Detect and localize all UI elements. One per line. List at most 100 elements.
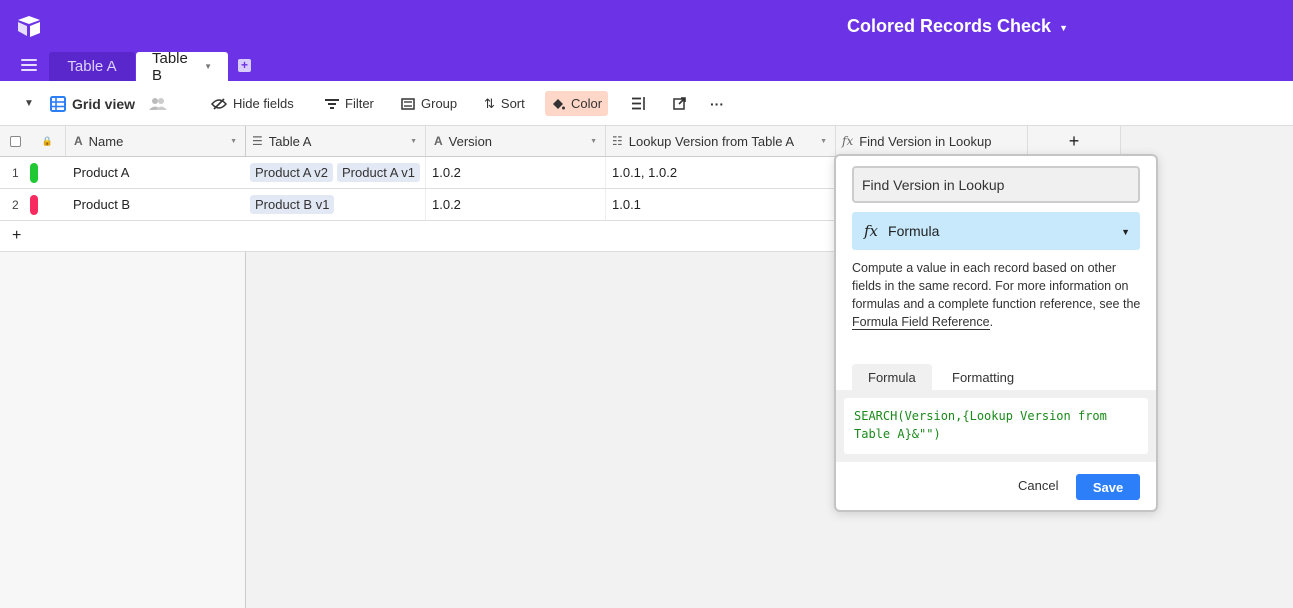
- link-cell[interactable]: Product A v2 Product A v1: [246, 157, 426, 188]
- description-text: Compute a value in each record based on …: [852, 261, 1141, 311]
- text-field-icon: A: [434, 134, 443, 148]
- save-button[interactable]: Save: [1076, 474, 1140, 500]
- formula-reference-link[interactable]: Formula Field Reference: [852, 315, 990, 330]
- record-color-indicator: [30, 163, 38, 183]
- version-value: 1.0.2: [432, 197, 461, 212]
- field-config-popup: Find Version in Lookup fx Formula ▼ Comp…: [834, 154, 1158, 512]
- tab-label: Table B: [152, 49, 188, 84]
- lookup-value: 1.0.1, 1.0.2: [612, 165, 678, 180]
- lock-icon: 🔒: [41, 135, 53, 146]
- tab-label: Table A: [67, 58, 117, 75]
- column-header-lookup[interactable]: ☷ Lookup Version from Table A ▼: [606, 126, 836, 157]
- version-cell[interactable]: 1.0.2: [426, 189, 606, 220]
- field-type-label: Formula: [888, 223, 940, 239]
- chevron-down-icon[interactable]: ▼: [590, 138, 597, 145]
- add-row-strip[interactable]: [246, 221, 836, 252]
- description-suffix: .: [989, 315, 994, 329]
- formula-line: Table A}&""): [854, 427, 941, 441]
- filter-button[interactable]: Filter: [319, 91, 380, 116]
- chevron-down-icon[interactable]: ▼: [820, 138, 827, 145]
- top-bar: Colored Records Check ▼ Table A Table B …: [0, 0, 1293, 84]
- add-column-icon: +: [1068, 130, 1080, 151]
- sort-icon: ⇅: [484, 95, 495, 111]
- view-name: Grid view: [72, 95, 136, 112]
- tab-table-b[interactable]: Table B ▼: [136, 49, 228, 84]
- tab-table-a[interactable]: Table A: [49, 52, 135, 81]
- record-color-indicator: [30, 195, 38, 215]
- views-toggle-icon[interactable]: ▼: [18, 91, 40, 116]
- cancel-button[interactable]: Cancel: [1018, 478, 1058, 493]
- add-row-button[interactable]: +: [0, 221, 246, 252]
- color-button[interactable]: Color: [545, 91, 609, 116]
- link-cell[interactable]: Product B v1: [246, 189, 426, 220]
- column-header-find-version[interactable]: fx Find Version in Lookup: [836, 126, 1028, 157]
- field-type-select[interactable]: fx Formula ▼: [852, 212, 1140, 250]
- airtable-logo-icon[interactable]: [16, 14, 42, 38]
- table-row[interactable]: Product A v2 Product A v1 1.0.2 1.0.1, 1…: [246, 157, 836, 189]
- add-column-button[interactable]: +: [1028, 126, 1121, 157]
- column-label: Table A: [268, 133, 312, 149]
- lookup-cell[interactable]: 1.0.1, 1.0.2: [606, 157, 836, 188]
- text-field-icon: A: [74, 134, 83, 148]
- row-height-icon[interactable]: [626, 91, 652, 116]
- more-options-icon[interactable]: ···: [704, 91, 730, 116]
- column-label: Name: [88, 133, 124, 149]
- select-all-checkbox[interactable]: [10, 135, 21, 147]
- linked-record-chip[interactable]: Product B v1: [250, 195, 335, 214]
- lookup-cell[interactable]: 1.0.1: [606, 189, 836, 220]
- menu-icon[interactable]: [21, 59, 37, 71]
- collaborators-icon[interactable]: [149, 97, 168, 111]
- tab-label: Formatting: [952, 370, 1015, 385]
- name-value: Product B: [73, 197, 131, 212]
- linked-record-chip[interactable]: Product A v2: [250, 163, 333, 182]
- paint-bucket-icon: [553, 98, 565, 109]
- lookup-value: 1.0.1: [612, 197, 641, 212]
- chevron-down-icon[interactable]: ▼: [230, 138, 237, 145]
- link-field-icon: ☰: [252, 134, 263, 148]
- add-row-icon: +: [12, 227, 22, 244]
- grid-icon: [50, 95, 66, 112]
- view-switcher[interactable]: Grid view: [44, 91, 173, 116]
- tab-formula[interactable]: Formula: [852, 364, 932, 391]
- group-icon: [401, 97, 415, 110]
- version-value: 1.0.2: [432, 165, 461, 180]
- column-label: Version: [448, 133, 493, 149]
- view-toolbar: ▼ Grid view Hide fields Filter Group ⇅ S…: [0, 81, 1293, 126]
- add-table-icon[interactable]: +: [238, 59, 251, 72]
- column-header-name[interactable]: A Name ▼: [66, 126, 246, 157]
- group-button[interactable]: Group: [395, 91, 463, 116]
- field-type-description: Compute a value in each record based on …: [852, 259, 1142, 331]
- formula-input[interactable]: SEARCH(Version,{Lookup Version from Tabl…: [844, 398, 1148, 454]
- linked-record-chip[interactable]: Product A v1: [337, 163, 420, 182]
- row-number-cell: 2: [0, 189, 66, 220]
- table-row[interactable]: Product B v1 1.0.2 1.0.1: [246, 189, 836, 221]
- column-label: Lookup Version from Table A: [628, 133, 795, 149]
- field-name-input[interactable]: Find Version in Lookup: [852, 166, 1140, 203]
- sort-button[interactable]: ⇅ Sort: [478, 91, 531, 116]
- tab-formatting[interactable]: Formatting: [936, 364, 1030, 391]
- hide-fields-button[interactable]: Hide fields: [205, 91, 300, 116]
- chevron-down-icon[interactable]: ▼: [204, 62, 212, 71]
- filter-icon: [325, 98, 339, 109]
- group-label: Group: [421, 96, 458, 111]
- lookup-field-icon: ☷: [612, 134, 623, 148]
- name-cell[interactable]: Product B: [66, 189, 245, 220]
- version-cell[interactable]: 1.0.2: [426, 157, 606, 188]
- filter-label: Filter: [345, 96, 374, 111]
- field-name-value: Find Version in Lookup: [862, 176, 1005, 193]
- tab-label: Formula: [868, 370, 916, 385]
- formula-field-icon: fx: [842, 134, 854, 148]
- row-number-cell: 1: [0, 157, 66, 188]
- name-value: Product A: [73, 165, 130, 180]
- name-cell[interactable]: Product A: [66, 157, 245, 188]
- eye-slash-icon: [211, 97, 227, 110]
- column-header-version[interactable]: A Version ▼: [426, 126, 606, 157]
- table-row[interactable]: 1 Product A: [0, 157, 246, 189]
- sort-label: Sort: [500, 96, 525, 111]
- chevron-down-icon[interactable]: ▼: [410, 138, 417, 145]
- formula-line: SEARCH(Version,{Lookup Version from: [854, 409, 1107, 423]
- base-title[interactable]: Colored Records Check ▼: [847, 16, 1068, 37]
- column-header-table-a[interactable]: ☰ Table A ▼: [246, 126, 426, 157]
- table-row[interactable]: 2 Product B: [0, 189, 246, 221]
- share-view-icon[interactable]: [667, 91, 692, 116]
